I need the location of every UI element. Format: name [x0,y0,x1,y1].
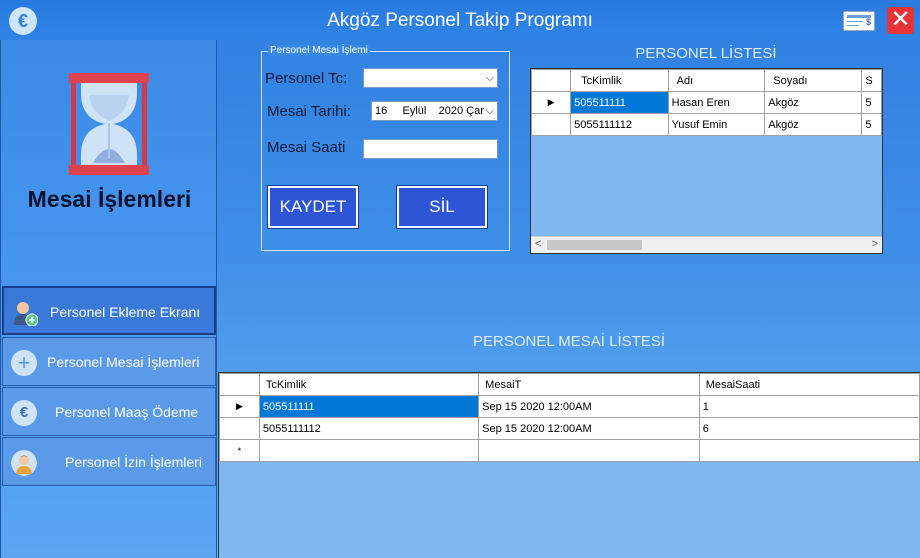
euro-icon: € [11,400,37,426]
new-row-marker: * [219,439,260,462]
cell-ad[interactable]: Yusuf Emin [667,113,766,136]
cheque-icon[interactable]: $ [843,11,875,31]
column-header[interactable]: Adı [667,69,766,92]
sidebar-item-label: Personel Maaş Ödeme [55,404,199,420]
table-row[interactable]: ▶ 505511111 Hasan Eren Akgöz 5 [531,91,882,114]
sidebar-item-izin-islemleri[interactable]: Personel İzin İşlemleri [2,437,216,486]
window-title: Akgöz Personel Takip Programı [327,10,593,31]
cell-mesai-saati[interactable]: 6 [698,417,920,440]
date-picker[interactable]: 16 Eylül 2020 Çarş ⌵ [371,101,498,121]
plus-circle-icon: + [11,350,37,376]
time-label: Mesai Saati [267,139,346,156]
column-header[interactable]: S [861,69,882,92]
new-row[interactable]: * [219,439,920,462]
sidebar-item-label: Personel İzin İşlemleri [65,454,202,470]
cell-mesai-tarih[interactable] [478,439,700,462]
sidebar-item-maas-odeme[interactable]: € Personel Maaş Ödeme [2,387,216,436]
title-bar: € Akgöz Personel Takip Programı $ ✕ [0,0,920,40]
cell-extra[interactable]: 5 [861,91,882,114]
date-label: Mesai Tarihi: [267,103,351,120]
row-header [531,113,572,136]
mesai-grid[interactable]: TcKimlik MesaiT MesaiSaati ▶ 505511111 S… [218,372,920,558]
sidebar-item-label: Personel Ekleme Ekranı [50,304,201,320]
personel-grid[interactable]: TcKimlik Adı Soyadı S ▶ 505511111 Hasan … [530,68,883,254]
table-header: TcKimlik Adı Soyadı S [531,69,882,92]
column-header[interactable]: TcKimlik [570,69,669,92]
group-title: Personel Mesai İşlemi [268,45,370,56]
close-button[interactable]: ✕ [887,7,914,34]
sidebar: Mesai İşlemleri Personel Ekleme Ekranı +… [0,40,217,558]
sidebar-item-mesai-islemleri[interactable]: + Personel Mesai İşlemleri [2,337,216,386]
table-row[interactable]: 5055111112 Sep 15 2020 12:00AM 6 [219,417,920,440]
current-row-marker: ▶ [531,91,572,114]
cell-soyad[interactable]: Akgöz [764,91,863,114]
cell-extra[interactable]: 5 [861,113,882,136]
sidebar-item-personel-ekleme[interactable]: Personel Ekleme Ekranı [2,286,216,335]
horizontal-scrollbar[interactable]: < > [531,236,882,253]
row-header [219,417,260,440]
cell-tc[interactable] [258,439,480,462]
scroll-left-icon[interactable]: < [535,238,541,250]
table-row[interactable]: ▶ 505511111 Sep 15 2020 12:00AM 1 [219,395,920,418]
cell-tc[interactable]: 5055111112 [570,113,669,136]
cell-ad[interactable]: Hasan Eren [667,91,766,114]
tc-combobox[interactable]: ⌵ [363,68,498,88]
mesai-list-heading: PERSONEL MESAİ LİSTESİ [472,333,665,350]
hourglass-icon [69,73,149,175]
cell-mesai-tarih[interactable]: Sep 15 2020 12:00AM [478,417,700,440]
cell-soyad[interactable]: Akgöz [764,113,863,136]
tc-label: Personel Tc: [265,70,348,87]
cell-mesai-saati[interactable]: 1 [698,395,920,418]
table-header: TcKimlik MesaiT MesaiSaati [219,373,920,396]
sidebar-item-label: Personel Mesai İşlemleri [47,354,200,370]
personel-list-heading: PERSONEL LİSTESİ [635,45,777,62]
cell-tc[interactable]: 505511111 [570,91,669,114]
cell-mesai-saati[interactable] [698,439,920,462]
cell-mesai-tarih[interactable]: Sep 15 2020 12:00AM [478,395,700,418]
chevron-down-icon: ⌵ [483,102,494,120]
table-row[interactable]: 5055111112 Yusuf Emin Akgöz 5 [531,113,882,136]
save-button[interactable]: KAYDET [267,185,359,229]
cell-tc[interactable]: 5055111112 [258,417,480,440]
chevron-down-icon: ⌵ [485,72,494,84]
module-title: Mesai İşlemleri [27,186,192,212]
person-icon [11,450,37,476]
column-header[interactable]: MesaiT [478,373,700,396]
column-header[interactable]: TcKimlik [258,373,480,396]
cell-tc[interactable]: 505511111 [258,395,480,418]
column-header[interactable]: MesaiSaati [698,373,920,396]
delete-button[interactable]: SİL [396,185,488,229]
time-input[interactable] [363,139,498,159]
current-row-marker: ▶ [219,395,260,418]
add-user-icon [14,302,38,326]
column-header[interactable]: Soyadı [764,69,863,92]
scroll-right-icon[interactable]: > [872,238,878,250]
scroll-thumb[interactable] [547,240,642,250]
